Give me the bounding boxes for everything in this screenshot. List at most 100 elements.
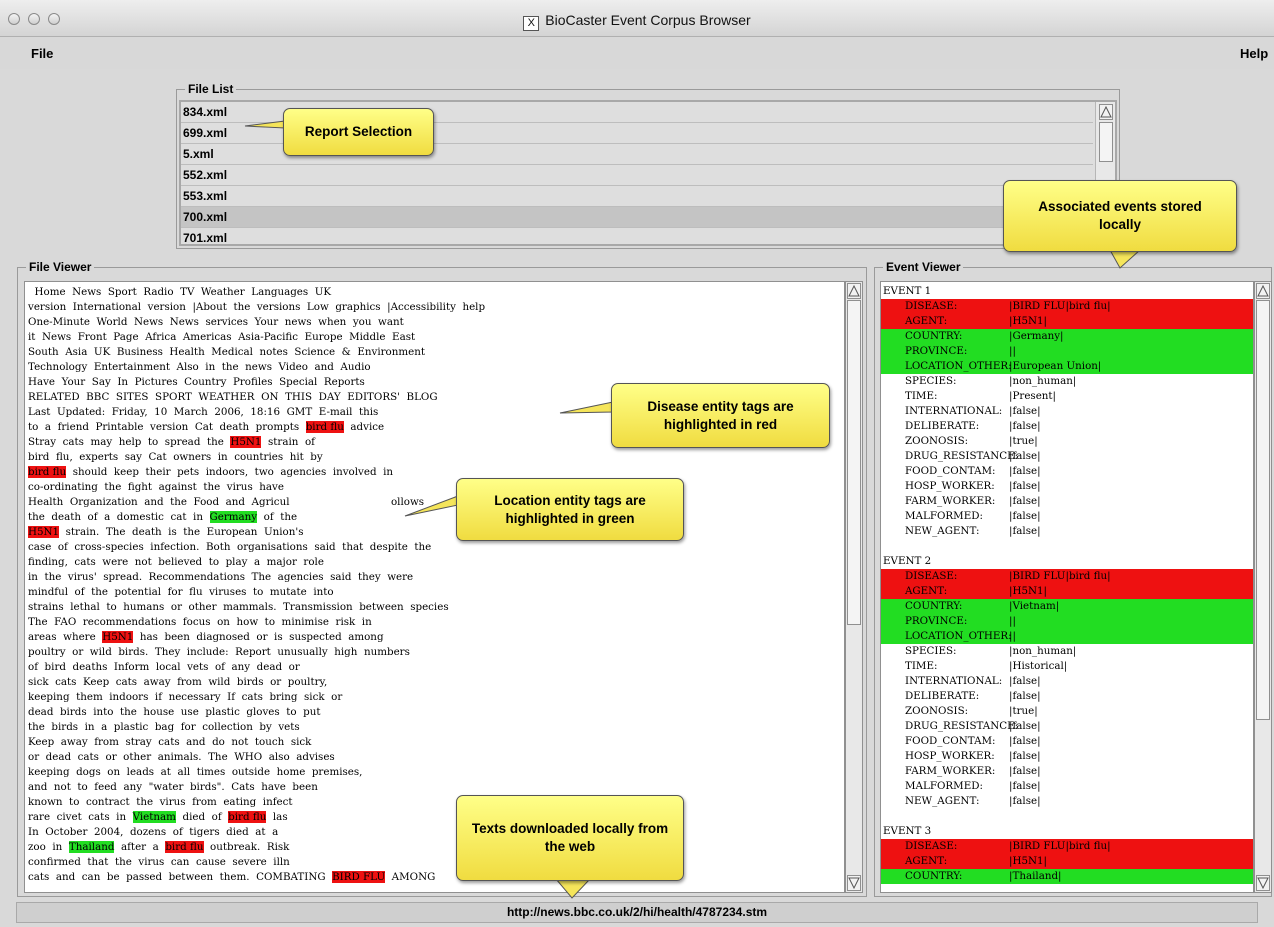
text-segment: Last Updated: Friday, 10 March 2006, 18:… (28, 406, 379, 418)
event-field-key: HOSP_WORKER: (905, 750, 995, 762)
event-field-value: |Germany| (1009, 330, 1064, 342)
event-viewer-scroll-thumb[interactable] (1256, 300, 1270, 720)
event-field-key: AGENT: (905, 315, 948, 327)
text-segment: version International version |About the… (28, 301, 486, 313)
file-list-title: File List (185, 81, 237, 97)
text-segment: to a friend Printable version Cat death … (28, 421, 306, 433)
event-field-row: AGENT: |H5N1| (881, 854, 1253, 869)
event-field-key: INTERNATIONAL: (905, 405, 1003, 417)
file-viewer-lines: Home News Sport Radio TV Weather Languag… (25, 282, 844, 885)
file-list-item[interactable]: 553.xml (181, 186, 1093, 207)
event-field-value: |Historical| (1009, 660, 1068, 672)
event-field-key: DISEASE: (905, 300, 958, 312)
text-line: Health Organization and the Food and Agr… (25, 495, 844, 510)
text-segment: the death of a domestic cat in (28, 511, 210, 523)
text-segment: finding, cats were not believed to play … (28, 556, 324, 568)
menu-file[interactable]: File (31, 46, 53, 61)
disease-tag: H5N1 (230, 436, 262, 448)
file-viewer-scrollbar[interactable] (845, 281, 863, 893)
text-line: sick cats Keep cats away from wild birds… (25, 675, 844, 690)
text-line: zoo in Thailand after a bird flu outbrea… (25, 840, 844, 855)
event-viewer-text[interactable]: EVENT 1 DISEASE: |BIRD FLU|bird flu| AGENT:… (880, 281, 1254, 893)
status-url: http://news.bbc.co.uk/2/hi/health/478723… (16, 902, 1258, 923)
text-segment: RELATED BBC SITES SPORT WEATHER ON THIS … (28, 391, 438, 403)
disease-tag: bird flu (165, 841, 204, 853)
disease-tag: BIRD FLU (332, 871, 386, 883)
x11-icon: X (523, 16, 540, 31)
event-header: EVENT 3 (883, 825, 932, 837)
event-field-row: NEW_AGENT: |false| (881, 794, 1253, 809)
text-line: co-ordinating the fight against the viru… (25, 480, 844, 495)
event-field-key: NEW_AGENT: (905, 525, 980, 537)
event-field-row: MALFORMED: |false| (881, 509, 1253, 524)
text-segment: the birds in a plastic bag for collectio… (28, 721, 300, 733)
event-field-value: |false| (1009, 765, 1041, 777)
file-list-item[interactable]: 701.xml (181, 228, 1093, 244)
text-line: bird flu should keep their pets indoors,… (25, 465, 844, 480)
scroll-down-arrow-icon[interactable] (847, 875, 861, 891)
event-header: EVENT 2 (883, 555, 932, 567)
event-field-row: MALFORMED: |false| (881, 779, 1253, 794)
text-line: the death of a domestic cat in Germany o… (25, 510, 844, 525)
event-header: EVENT 1 (883, 285, 932, 297)
event-field-value: |false| (1009, 420, 1041, 432)
event-viewer-scrollbar[interactable] (1254, 281, 1272, 893)
scroll-up-arrow-icon[interactable] (847, 283, 861, 299)
event-field-row: COUNTRY: |Thailand| (881, 869, 1253, 884)
text-segment: it News Front Page Africa Americas Asia-… (28, 331, 416, 343)
text-segment: One-Minute World News News services Your… (28, 316, 404, 328)
text-line: strains lethal to humans or other mammal… (25, 600, 844, 615)
file-viewer-scroll-thumb[interactable] (847, 300, 861, 625)
callout-associated-events: Associated events stored locally (1003, 180, 1237, 252)
text-segment: dead birds into the house use plastic gl… (28, 706, 321, 718)
event-field-row: DRUG_RESISTANCE:|false| (881, 449, 1253, 464)
event-field-value: |false| (1009, 735, 1041, 747)
scroll-up-arrow-icon[interactable] (1256, 283, 1270, 299)
file-viewer-text[interactable]: Home News Sport Radio TV Weather Languag… (24, 281, 845, 893)
scroll-up-arrow-icon[interactable] (1099, 104, 1113, 120)
text-segment: Home News Sport Radio TV Weather Languag… (28, 286, 332, 298)
menu-help[interactable]: Help (1240, 46, 1268, 61)
text-line: Home News Sport Radio TV Weather Languag… (25, 285, 844, 300)
event-field-key: FOOD_CONTAM: (905, 735, 996, 747)
text-segment: areas where (28, 631, 103, 643)
event-field-value: |Thailand| (1009, 870, 1062, 882)
scroll-down-arrow-icon[interactable] (1256, 875, 1270, 891)
callout-disease-tags: Disease entity tags are highlighted in r… (611, 383, 830, 448)
event-spacer (881, 809, 1253, 824)
event-field-value: |false| (1009, 690, 1041, 702)
event-field-key: COUNTRY: (905, 600, 963, 612)
text-segment: cats and can be passed between them. COM… (28, 871, 333, 883)
event-field-key: DELIBERATE: (905, 690, 980, 702)
window-title-container: X BioCaster Event Corpus Browser (0, 12, 1274, 31)
file-list-item[interactable]: 552.xml (181, 165, 1093, 186)
event-field-key: FOOD_CONTAM: (905, 465, 996, 477)
text-segment: outbreak. Risk (203, 841, 290, 853)
text-line: The FAO recommendations focus on how to … (25, 615, 844, 630)
title-bar: X BioCaster Event Corpus Browser (0, 0, 1274, 37)
text-line: keeping dogs on leads at all times outsi… (25, 765, 844, 780)
event-field-key: DRUG_RESISTANCE: (905, 450, 1019, 462)
event-field-key: SPECIES: (905, 645, 957, 657)
event-field-row: SPECIES: |non_human| (881, 644, 1253, 659)
event-field-value: |false| (1009, 495, 1041, 507)
text-segment: strain of (261, 436, 315, 448)
text-line: known to contract the virus from eating … (25, 795, 844, 810)
file-list-scroll-thumb[interactable] (1099, 122, 1113, 162)
text-segment: rare civet cats in (28, 811, 133, 823)
event-field-key: PROVINCE: (905, 345, 968, 357)
text-line: confirmed that the virus can cause sever… (25, 855, 844, 870)
event-field-key: LOCATION_OTHER: (905, 360, 1012, 372)
event-field-value: |false| (1009, 465, 1041, 477)
text-line: mindful of the potential for flu viruses… (25, 585, 844, 600)
event-field-row: TIME: |Historical| (881, 659, 1253, 674)
event-field-row: AGENT: |H5N1| (881, 314, 1253, 329)
event-field-row: NEW_AGENT: |false| (881, 524, 1253, 539)
event-field-value: |false| (1009, 405, 1041, 417)
event-field-value: |false| (1009, 675, 1041, 687)
file-list-item[interactable]: 700.xml (181, 207, 1093, 228)
text-line: H5N1 strain. The death is the European U… (25, 525, 844, 540)
event-field-value: || (1009, 345, 1016, 357)
event-field-row: AGENT: |H5N1| (881, 584, 1253, 599)
text-segment: strain. The death is the European Union'… (59, 526, 304, 538)
